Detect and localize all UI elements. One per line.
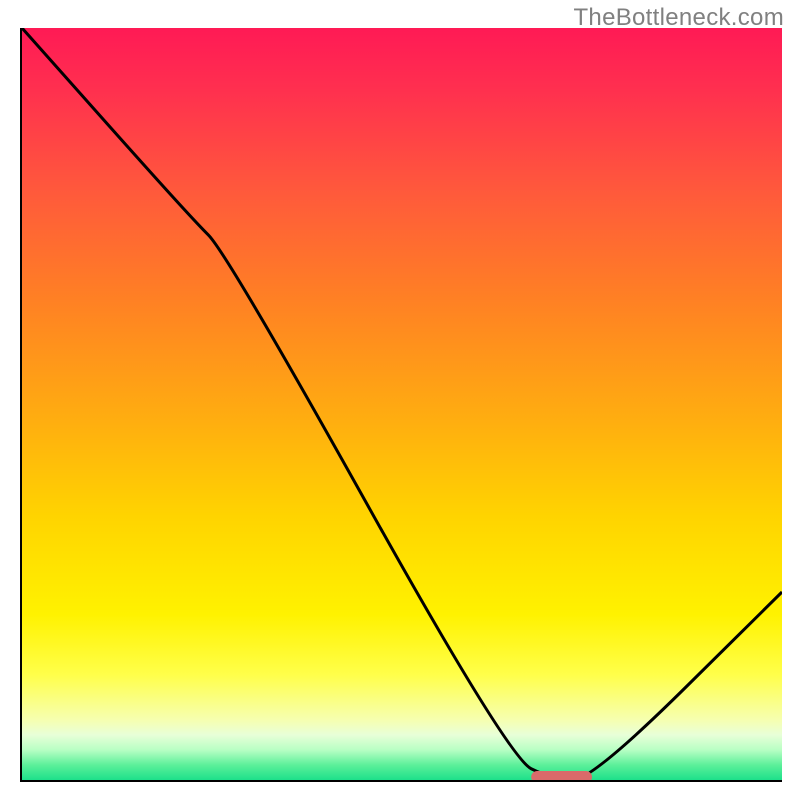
- plot-area: [20, 28, 782, 782]
- chart-overlay: [22, 28, 782, 780]
- bottleneck-curve: [22, 28, 782, 780]
- chart-container: TheBottleneck.com: [0, 0, 800, 800]
- optimal-marker: [531, 771, 592, 780]
